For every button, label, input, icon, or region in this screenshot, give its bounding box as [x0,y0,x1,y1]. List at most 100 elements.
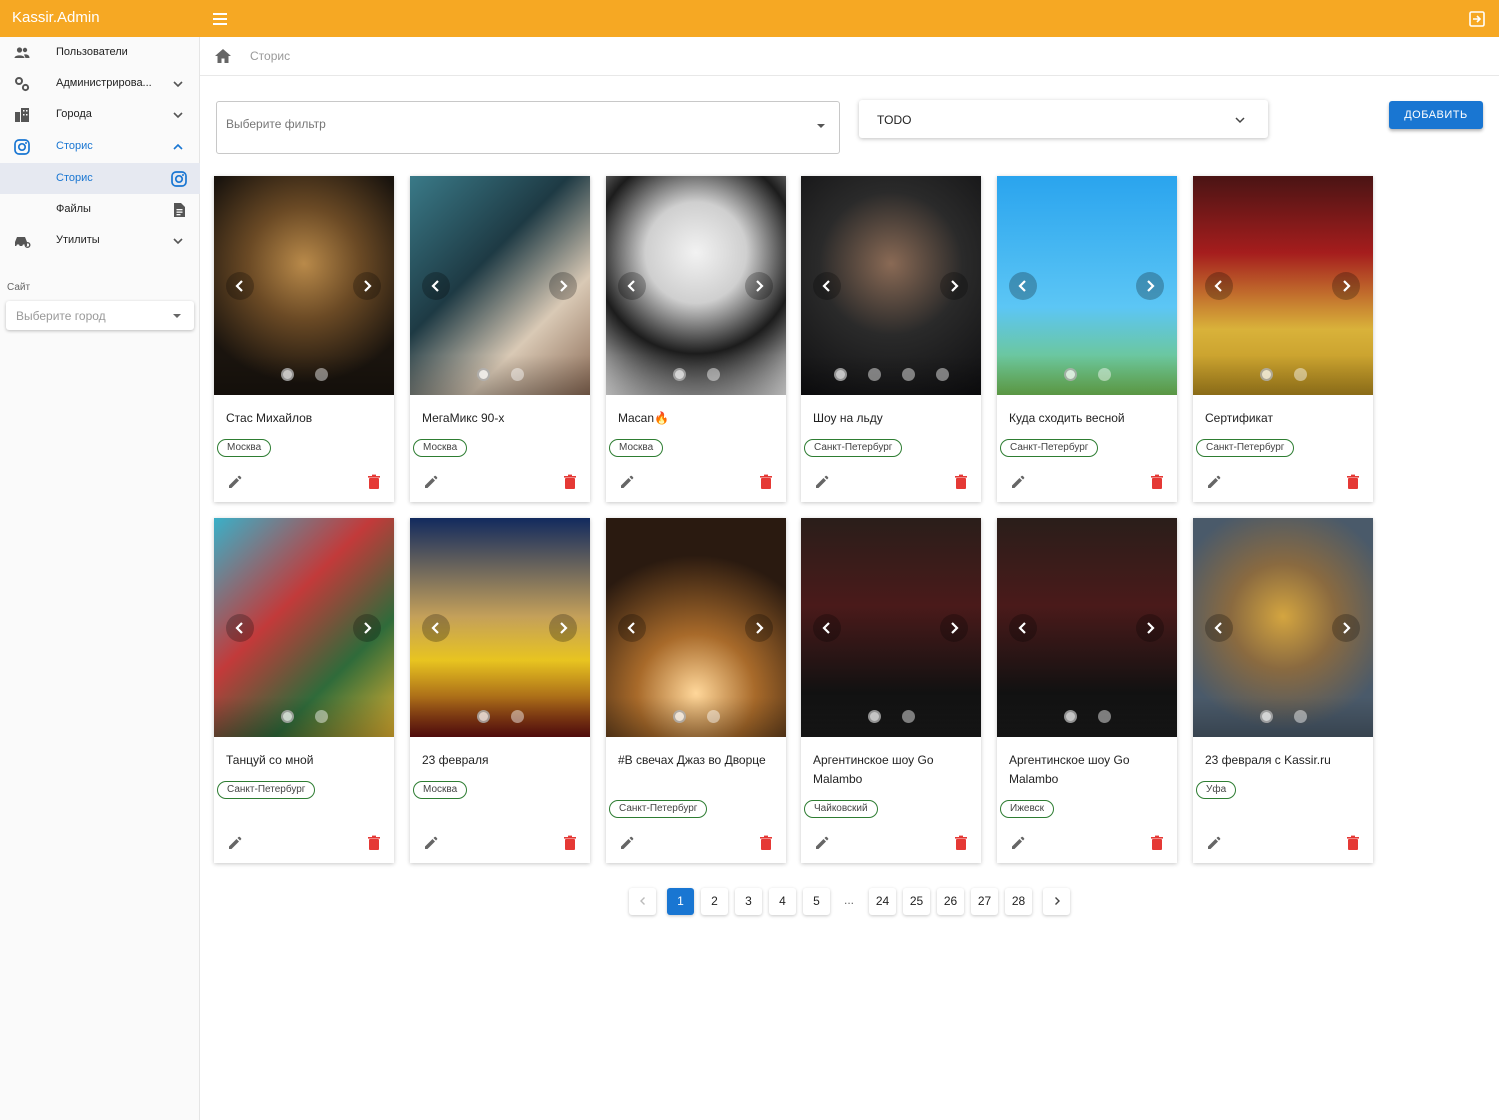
delete-icon[interactable] [1346,474,1360,490]
carousel-next-icon[interactable] [549,272,577,300]
page-button[interactable]: 26 [937,888,964,915]
city-select[interactable]: Выберите город [6,301,194,330]
carousel-dot[interactable] [315,710,328,723]
carousel-dot[interactable] [707,368,720,381]
carousel-prev-icon[interactable] [618,272,646,300]
page-button[interactable]: 27 [971,888,998,915]
carousel-dot[interactable] [1294,710,1307,723]
carousel-next-icon[interactable] [1136,272,1164,300]
carousel-dot[interactable] [1064,368,1077,381]
carousel-next-icon[interactable] [1136,614,1164,642]
carousel-dot[interactable] [511,368,524,381]
carousel-dot[interactable] [1294,368,1307,381]
carousel-next-icon[interactable] [940,614,968,642]
filter-select[interactable]: Выберите фильтр [216,101,840,154]
add-story-button[interactable]: ДОБАВИТЬ [1389,101,1483,129]
page-button[interactable]: 2 [701,888,728,915]
carousel-next-icon[interactable] [745,272,773,300]
carousel-next-icon[interactable] [353,272,381,300]
delete-icon[interactable] [1150,474,1164,490]
carousel-dot[interactable] [1064,710,1077,723]
page-button[interactable]: 25 [903,888,930,915]
delete-icon[interactable] [954,835,968,851]
app-brand[interactable]: Kassir.Admin [12,9,100,26]
edit-icon[interactable] [1206,835,1222,851]
home-icon[interactable] [214,48,232,64]
hamburger-menu-icon[interactable] [213,10,231,28]
sidebar-item-stories[interactable]: Сторис [0,163,200,194]
delete-icon[interactable] [367,835,381,851]
delete-icon[interactable] [759,474,773,490]
carousel-next-icon[interactable] [353,614,381,642]
carousel-next-icon[interactable] [940,272,968,300]
page-button[interactable]: 5 [803,888,830,915]
page-button[interactable]: 4 [769,888,796,915]
carousel-dot[interactable] [477,368,490,381]
page-button[interactable]: 28 [1005,888,1032,915]
carousel-prev-icon[interactable] [1009,614,1037,642]
carousel-prev-icon[interactable] [813,614,841,642]
edit-icon[interactable] [1010,835,1026,851]
carousel-dot[interactable] [315,368,328,381]
carousel-prev-icon[interactable] [618,614,646,642]
carousel-dot[interactable] [673,368,686,381]
carousel-dot[interactable] [477,710,490,723]
sidebar-item-utilities[interactable]: Утилиты [0,225,200,256]
carousel-dot[interactable] [902,710,915,723]
sidebar-item-cities[interactable]: Города [0,99,200,130]
carousel-dot[interactable] [707,710,720,723]
carousel-dot[interactable] [1098,710,1111,723]
delete-icon[interactable] [1346,835,1360,851]
carousel-prev-icon[interactable] [226,272,254,300]
carousel-dot[interactable] [1260,710,1273,723]
carousel-prev-icon[interactable] [422,272,450,300]
edit-icon[interactable] [619,474,635,490]
sidebar-item-stories-group[interactable]: Сторис [0,131,200,162]
carousel-next-icon[interactable] [745,614,773,642]
carousel-prev-icon[interactable] [813,272,841,300]
status-select[interactable]: TODO [859,100,1268,138]
carousel-dot[interactable] [868,368,881,381]
carousel-prev-icon[interactable] [226,614,254,642]
edit-icon[interactable] [423,474,439,490]
carousel-dot[interactable] [281,368,294,381]
pagination-next-icon[interactable] [1043,888,1070,915]
edit-icon[interactable] [1206,474,1222,490]
delete-icon[interactable] [367,474,381,490]
carousel-prev-icon[interactable] [422,614,450,642]
page-button[interactable]: 3 [735,888,762,915]
edit-icon[interactable] [1010,474,1026,490]
carousel-next-icon[interactable] [1332,272,1360,300]
delete-icon[interactable] [954,474,968,490]
page-button[interactable]: 24 [869,888,896,915]
edit-icon[interactable] [619,835,635,851]
carousel-prev-icon[interactable] [1205,272,1233,300]
sidebar-item-files[interactable]: Файлы [0,194,200,225]
delete-icon[interactable] [1150,835,1164,851]
carousel-dot[interactable] [511,710,524,723]
delete-icon[interactable] [563,474,577,490]
edit-icon[interactable] [423,835,439,851]
sidebar-item-users[interactable]: Пользователи [0,37,200,68]
edit-icon[interactable] [814,474,830,490]
delete-icon[interactable] [563,835,577,851]
logout-icon[interactable] [1467,9,1487,29]
carousel-dot[interactable] [281,710,294,723]
carousel-dot[interactable] [834,368,847,381]
carousel-dot[interactable] [1260,368,1273,381]
edit-icon[interactable] [814,835,830,851]
carousel-dot[interactable] [936,368,949,381]
page-button[interactable]: 1 [667,888,694,915]
sidebar-item-administration[interactable]: Администрирова... [0,68,200,99]
carousel-next-icon[interactable] [549,614,577,642]
pagination-prev-icon[interactable] [629,888,656,915]
carousel-dot[interactable] [902,368,915,381]
edit-icon[interactable] [227,835,243,851]
delete-icon[interactable] [759,835,773,851]
edit-icon[interactable] [227,474,243,490]
carousel-next-icon[interactable] [1332,614,1360,642]
carousel-prev-icon[interactable] [1009,272,1037,300]
carousel-dot[interactable] [868,710,881,723]
carousel-dot[interactable] [673,710,686,723]
carousel-prev-icon[interactable] [1205,614,1233,642]
